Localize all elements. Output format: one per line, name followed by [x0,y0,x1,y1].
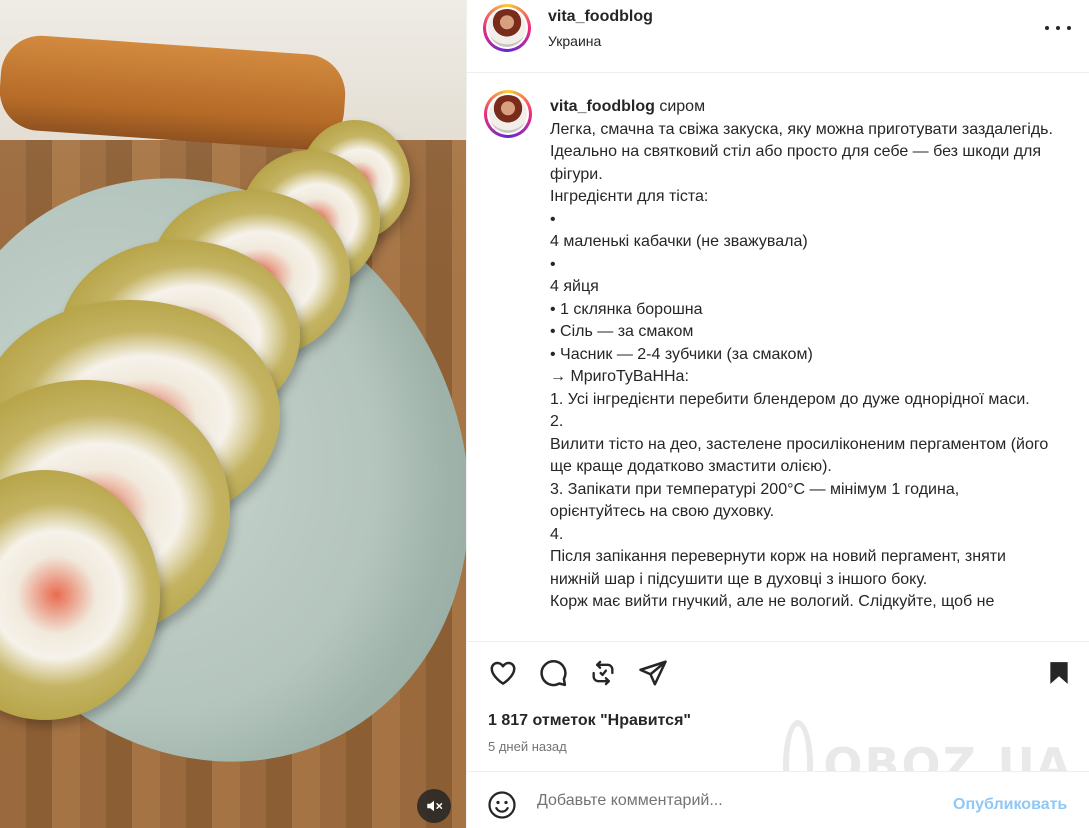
mute-button[interactable] [417,789,451,823]
avatar-image [489,95,527,133]
caption-line: сиром [659,98,706,115]
post-header: vita_foodblog Украина [467,0,1089,73]
post-side-panel: vita_foodblog Украина vita_foodblog сиро… [466,0,1089,828]
repost-icon [592,660,614,686]
caption-line: 4 яйця [550,278,599,295]
caption-line: 3. Запікати при температурі 200°С — міні… [550,480,964,521]
caption-line: Корж має вийти гнучкий, але не вологий. … [550,593,995,610]
avatar[interactable] [483,4,531,52]
header-location[interactable]: Украина [548,33,601,49]
caption-text: vita_foodblog сиром Легка, смачна та сві… [550,96,1055,614]
caption-line: 4 маленькі кабачки (не зважувала) [550,233,808,250]
post-media[interactable] [0,0,466,828]
caption-scroll-area[interactable]: vita_foodblog сиром Легка, смачна та сві… [467,74,1089,640]
bookmark-icon [1050,662,1068,684]
caption-line: Легка, смачна та свіжа закуска, яку можн… [550,120,1058,183]
share-button[interactable] [636,656,670,690]
share-icon [639,660,667,686]
more-dot-icon [1056,26,1060,30]
caption-line: • Сіль — за смаком [550,323,694,340]
emoji-icon[interactable] [487,790,517,820]
comment-input[interactable] [537,792,927,810]
caption-line: → МригоТуВаННа: [550,368,689,385]
more-dot-icon [1045,26,1049,30]
publish-button[interactable]: Опубликовать [953,796,1067,814]
caption-username[interactable]: vita_foodblog [550,98,655,115]
likes-count[interactable]: 1 817 отметок "Нравится" [488,712,691,730]
caption-line: • 1 склянка борошна [550,300,703,318]
caption-line: • Часник — 2-4 зубчики (за смаком) [550,345,813,363]
comment-button[interactable] [536,656,570,690]
more-dot-icon [1067,26,1071,30]
muted-speaker-icon [427,800,443,812]
comment-bar: Опубликовать [467,771,1089,828]
save-button[interactable] [1042,656,1076,690]
caption-line: • [550,210,556,228]
caption-line: 4. [550,525,564,543]
caption-line: Після запікання перевернути корж на нови… [550,548,1011,588]
caption-avatar[interactable] [484,90,532,138]
post-actions: 1 817 отметок "Нравится" 5 дней назад OB… [467,641,1089,810]
avatar-image [488,9,526,47]
caption-line: • [550,255,556,273]
comment-icon [540,660,567,687]
heart-icon [490,661,516,685]
like-button[interactable] [486,656,520,690]
more-options-button[interactable] [1045,18,1071,38]
caption-line: Вилити тісто на део, застелене просиліко… [550,435,1053,476]
post-date[interactable]: 5 дней назад [488,739,567,754]
repost-button[interactable] [586,656,620,690]
caption-line: Інгредієнти для тіста: [550,188,709,205]
header-username[interactable]: vita_foodblog [548,8,653,26]
caption-line: 1. Усі інгредієнти перебити блендером до… [550,390,1030,408]
caption-line: 2. [550,413,564,430]
